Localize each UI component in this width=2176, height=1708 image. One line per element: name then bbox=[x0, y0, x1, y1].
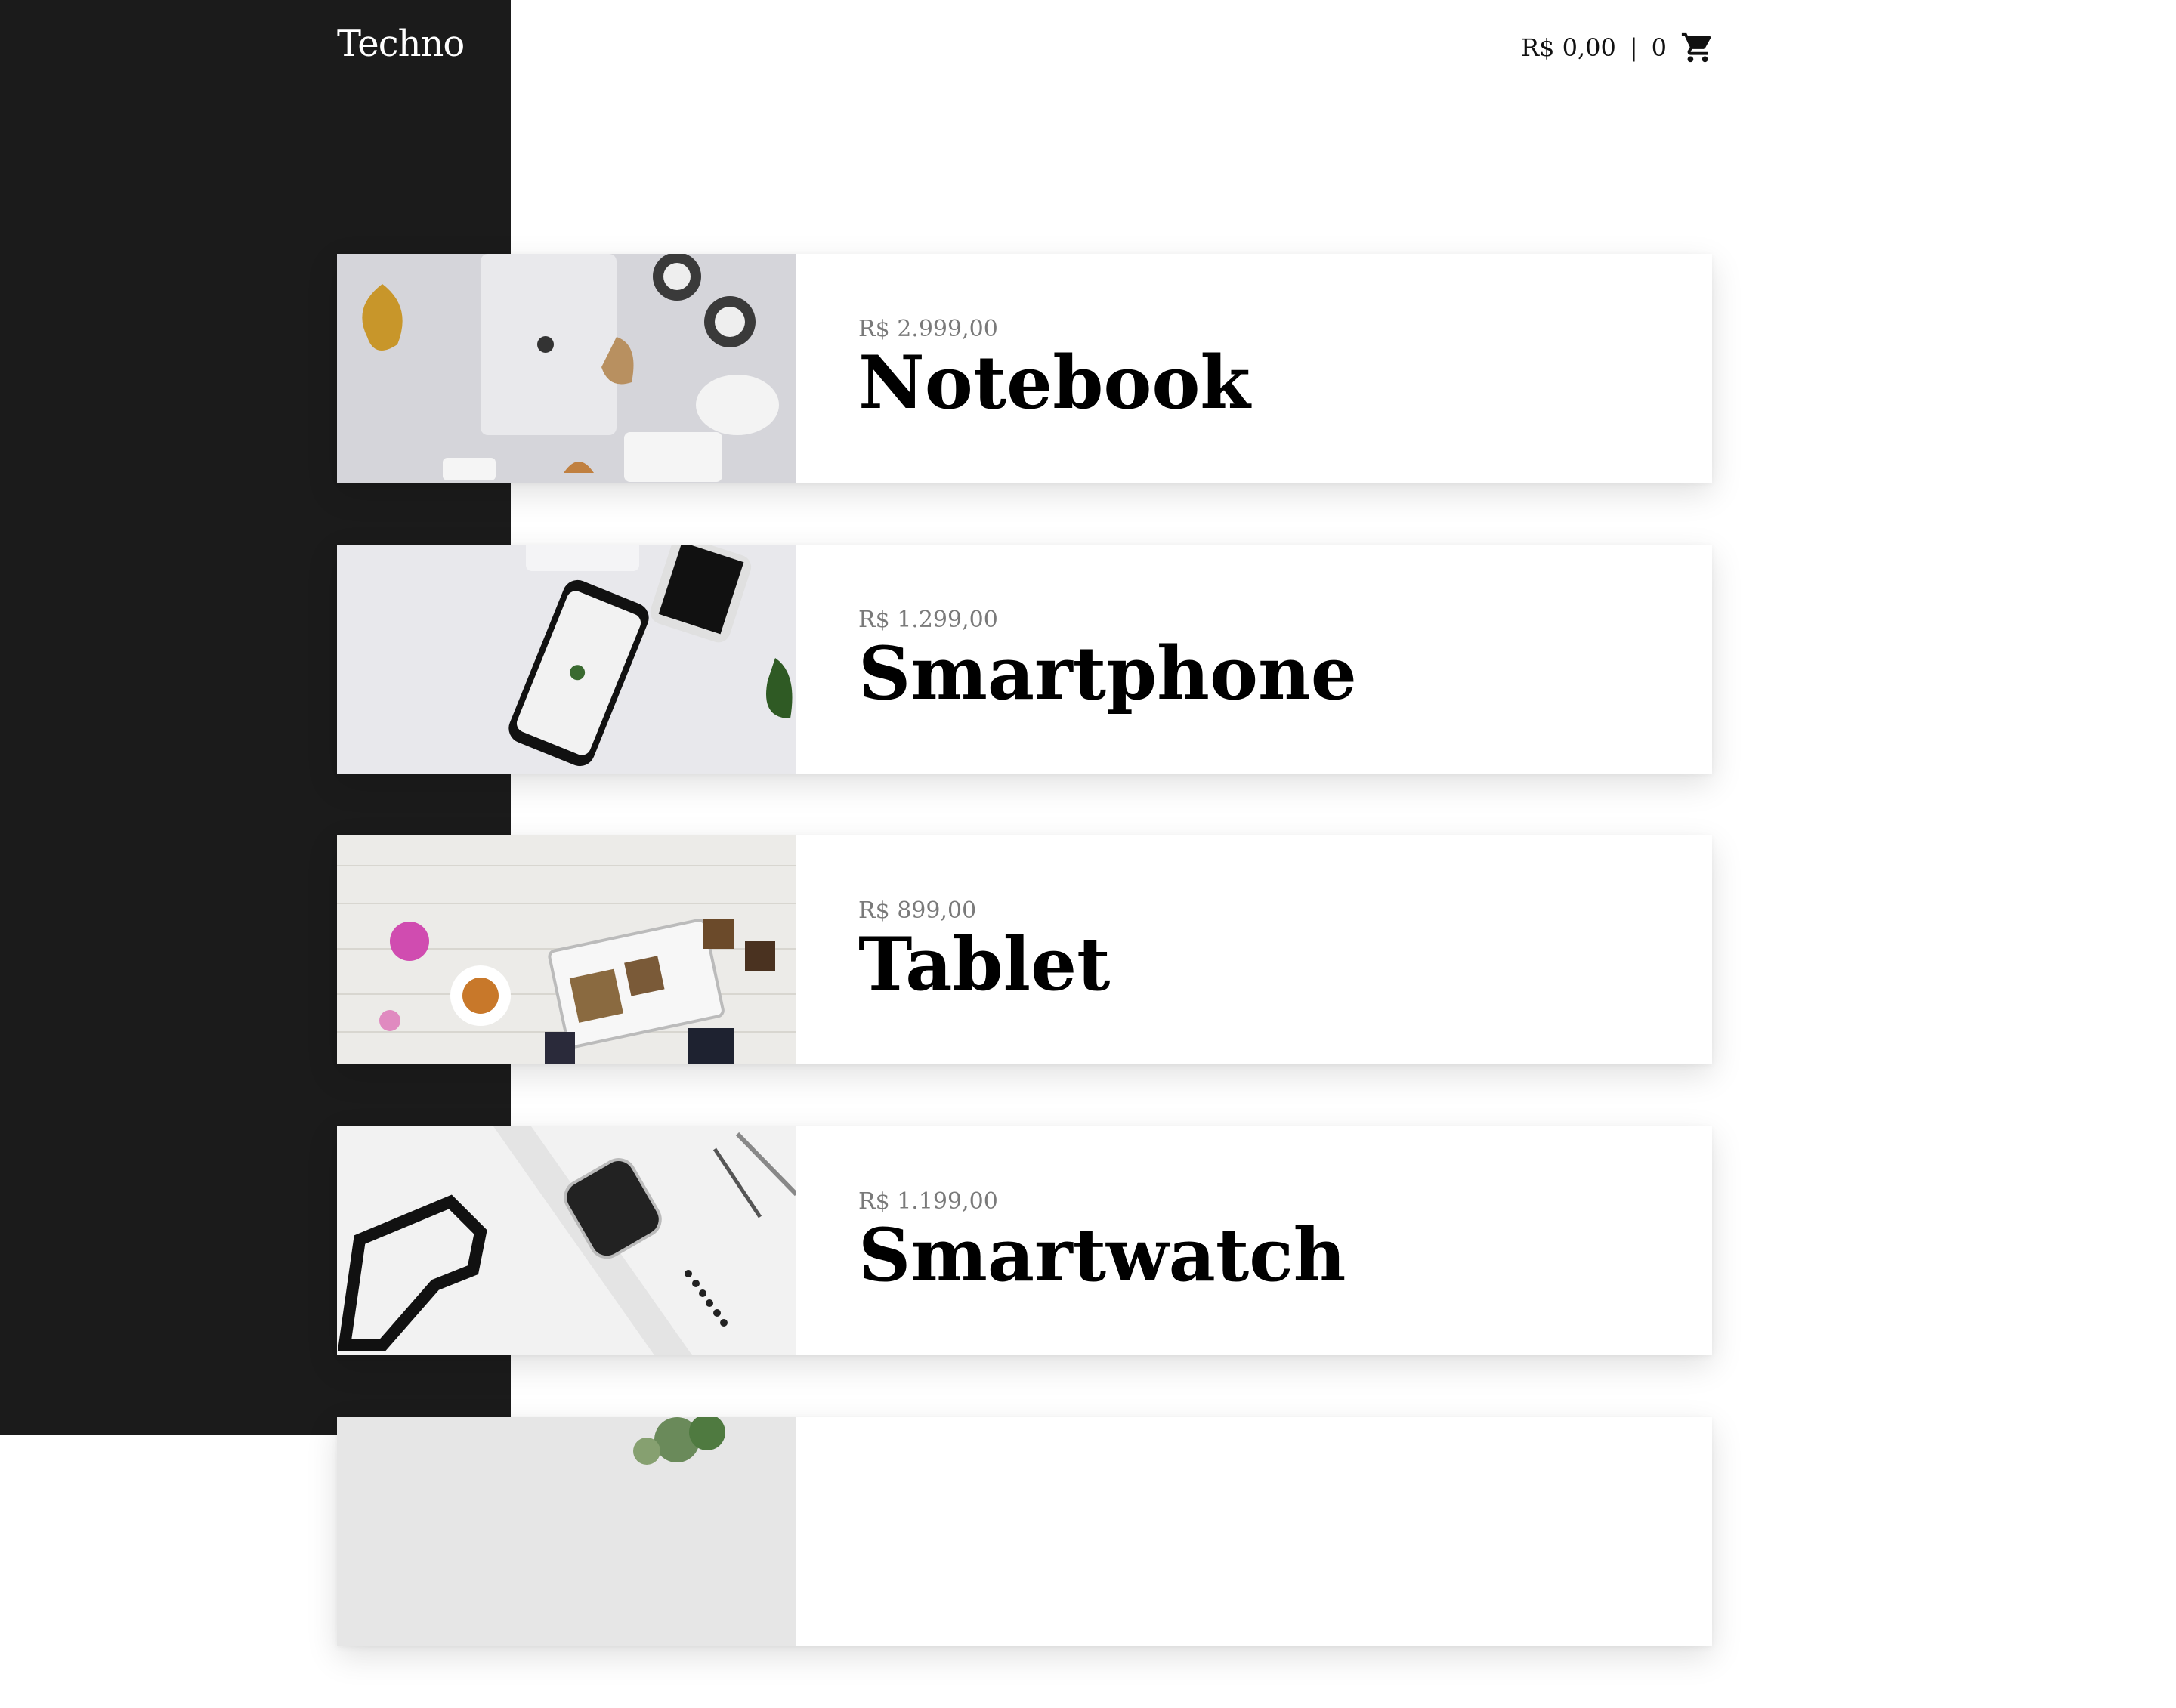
product-card-smartwatch[interactable]: R$ 1.199,00 Smartwatch bbox=[337, 1126, 1712, 1355]
product-name[interactable]: Tablet bbox=[858, 926, 1712, 1003]
smartphone-photo-icon bbox=[337, 545, 796, 774]
product-price: R$ 899,00 bbox=[858, 897, 977, 924]
product-card-partial[interactable] bbox=[337, 1417, 1712, 1646]
product-card-smartphone[interactable]: R$ 1.299,00 Smartphone bbox=[337, 545, 1712, 774]
product-info-smartphone: R$ 1.299,00 Smartphone bbox=[796, 545, 1712, 774]
product-info-smartwatch: R$ 1.199,00 Smartwatch bbox=[796, 1126, 1712, 1355]
product-list: R$ 2.999,00 Notebook R$ 1.299,00 Smartph… bbox=[337, 254, 1712, 1708]
product-price: R$ 1.199,00 bbox=[858, 1188, 998, 1215]
tablet-photo-icon bbox=[337, 835, 796, 1064]
cart-icon[interactable] bbox=[1680, 30, 1715, 65]
product-image-notebook[interactable] bbox=[337, 254, 796, 483]
product-image-smartphone[interactable] bbox=[337, 545, 796, 774]
product-image-smartwatch[interactable] bbox=[337, 1126, 796, 1355]
product-name[interactable]: Notebook bbox=[858, 344, 1712, 422]
product-name[interactable]: Smartwatch bbox=[858, 1217, 1712, 1294]
cart-total: R$ 0,00 bbox=[1520, 33, 1616, 62]
plant-photo-icon bbox=[337, 1417, 796, 1646]
product-price: R$ 1.299,00 bbox=[858, 606, 998, 633]
product-card-tablet[interactable]: R$ 899,00 Tablet bbox=[337, 835, 1712, 1064]
product-image-tablet[interactable] bbox=[337, 835, 796, 1064]
brand-logo[interactable]: Techno bbox=[337, 23, 465, 65]
notebook-photo-icon bbox=[337, 254, 796, 483]
product-image-partial[interactable] bbox=[337, 1417, 796, 1646]
cart-separator: | bbox=[1629, 33, 1638, 62]
cart-count: 0 bbox=[1651, 33, 1667, 62]
product-info-partial bbox=[796, 1417, 1712, 1646]
product-name[interactable]: Smartphone bbox=[858, 635, 1712, 712]
product-card-notebook[interactable]: R$ 2.999,00 Notebook bbox=[337, 254, 1712, 483]
cart-summary[interactable]: R$ 0,00 | 0 bbox=[1521, 30, 1715, 65]
product-price: R$ 2.999,00 bbox=[858, 315, 998, 342]
product-info-tablet: R$ 899,00 Tablet bbox=[796, 835, 1712, 1064]
product-info-notebook: R$ 2.999,00 Notebook bbox=[796, 254, 1712, 483]
smartwatch-photo-icon bbox=[337, 1126, 796, 1355]
